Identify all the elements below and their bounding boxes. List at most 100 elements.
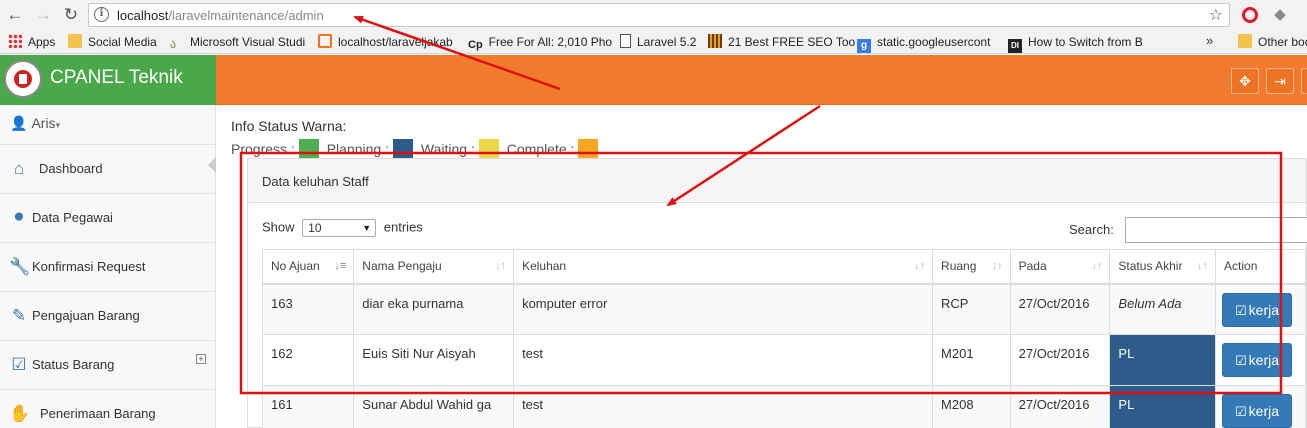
show-label: Show <box>262 219 295 235</box>
legend-swatch-waiting <box>478 139 499 159</box>
col-header-action: Action <box>1215 249 1306 285</box>
sidebar-item-status-barang[interactable]: ☑ Status Barang + <box>0 341 216 390</box>
sidebar-item-pengajuan-barang[interactable]: ✎ Pengajuan Barang <box>0 292 216 341</box>
sidebar-item-label: Konfirmasi Request <box>32 259 146 274</box>
kerja-label: kerja <box>1248 352 1280 368</box>
chevron-down-icon: ▾ <box>55 120 61 130</box>
user-name: Aris <box>31 115 56 131</box>
edit-icon: ☑ <box>1235 302 1247 318</box>
sort-icon: ↓↑ <box>1197 260 1209 272</box>
panel-title: Data keluhan Staff <box>248 159 1306 203</box>
cell-nama-pengaju: Sunar Abdul Wahid ga <box>353 385 515 428</box>
column-label: Ruang <box>941 259 977 274</box>
logout-button[interactable]: ⇥ <box>1266 68 1294 94</box>
url-path: /laravelmaintenance/admin <box>168 8 324 23</box>
sidebar-item-data-pegawai[interactable]: ● Data Pegawai <box>0 194 216 243</box>
complaints-table: No Ajuan ↓≡ Nama Pengaju ↓↑ Keluhan ↓↑ Ruan… <box>261 249 1306 428</box>
user-icon: 👤 <box>10 115 28 131</box>
bookmark-localhost[interactable]: localhost/laraveljakab <box>318 34 453 50</box>
user-menu[interactable]: 👤 Aris▾ <box>0 105 216 145</box>
url-text[interactable]: localhost/laravelmaintenance/admin <box>117 8 324 23</box>
table-row: 161 Sunar Abdul Wahid ga test M208 27/Oc… <box>261 385 1306 428</box>
fullscreen-button[interactable]: ✥ <box>1231 68 1259 94</box>
legend-swatch-complete <box>578 139 599 159</box>
cell-no-ajuan: 163 <box>261 283 355 335</box>
edit-icon: ☑ <box>1235 353 1247 368</box>
bookmarks-overflow-chevron[interactable]: » <box>1206 33 1213 48</box>
entries-label: entries <box>383 219 423 235</box>
legend-label: Progress : <box>231 141 295 157</box>
info-icon[interactable]: i <box>94 7 109 22</box>
active-pointer <box>208 157 216 173</box>
bookmark-apps[interactable]: Apps <box>8 34 55 50</box>
kerja-button[interactable]: ☑ kerja <box>1222 394 1293 428</box>
bars-icon <box>708 34 722 48</box>
sort-icon: ↓↑ <box>495 260 507 272</box>
cell-pada: 27/Oct/2016 <box>1009 334 1111 386</box>
extension-icon[interactable]: ◆ <box>1270 5 1290 25</box>
col-header-nama-pengaju[interactable]: Nama Pengaju ↓↑ <box>353 249 515 285</box>
back-arrow-icon[interactable]: ← <box>4 4 26 26</box>
col-header-keluhan[interactable]: Keluhan ↓↑ <box>513 249 934 285</box>
sidebar-item-label: Dashboard <box>39 161 103 176</box>
col-header-no-ajuan[interactable]: No Ajuan ↓≡ <box>261 249 355 285</box>
sidebar-item-konfirmasi-request[interactable]: 🔧 Konfirmasi Request <box>0 243 216 292</box>
bookmark-label: How to Switch from B <box>1028 35 1143 49</box>
sidebar: 👤 Aris▾ ⌂ Dashboard ● Data Pegawai 🔧 Konfirm… <box>0 105 216 428</box>
table-header-row: No Ajuan ↓≡ Nama Pengaju ↓↑ Keluhan ↓↑ Ruan… <box>261 249 1306 285</box>
cell-ruang: RCP <box>932 283 1011 335</box>
sidebar-item-dashboard[interactable]: ⌂ Dashboard <box>0 145 216 194</box>
edit-icon: ☑ <box>1235 404 1247 419</box>
bookmark-how-to-switch[interactable]: DI How to Switch from B <box>1008 34 1143 53</box>
sidebar-item-label: Data Pegawai <box>32 210 113 225</box>
search-label: Search: <box>1069 222 1114 237</box>
reload-icon[interactable]: ↻ <box>60 4 82 26</box>
home-icon: ⌂ <box>13 159 25 178</box>
check-square-icon: ☑ <box>11 355 27 374</box>
logo <box>4 60 42 98</box>
sidebar-item-label: Status Barang <box>32 357 115 372</box>
search-input[interactable] <box>1125 217 1307 243</box>
bookmark-visual-studio[interactable]: ა Microsoft Visual Studi <box>170 34 305 51</box>
col-header-status-akhir[interactable]: Status Akhir ↓↑ <box>1109 249 1217 285</box>
bookmark-laravel[interactable]: Laravel 5.2 <box>620 34 696 50</box>
sort-icon: ↓↑ <box>1091 260 1103 272</box>
column-label: Status Akhir <box>1118 259 1183 274</box>
document-icon <box>620 34 631 48</box>
address-bar[interactable]: i localhost/laravelmaintenance/admin ☆ <box>88 3 1230 27</box>
cell-action: ☑ kerja <box>1215 334 1306 386</box>
cell-ruang: M208 <box>932 385 1011 428</box>
kerja-button[interactable]: ☑ kerja <box>1222 343 1293 377</box>
kerja-button[interactable]: ☑ kerja <box>1222 292 1293 327</box>
cell-nama-pengaju: Euis Siti Nur Aisyah <box>353 334 515 386</box>
vs-icon: ა <box>170 37 177 51</box>
forward-arrow-icon[interactable]: → <box>32 4 54 26</box>
wrench-icon: 🔧 <box>9 257 31 276</box>
bookmark-social-media[interactable]: Social Media <box>68 34 157 50</box>
apps-grid-icon <box>8 34 22 48</box>
bookmark-label: Social Media <box>88 35 157 49</box>
col-header-pada[interactable]: Pada ↓↑ <box>1009 249 1111 285</box>
sort-icon: ↓↑ <box>991 260 1003 272</box>
cell-status-akhir: Belum Ada <box>1109 283 1217 335</box>
cell-no-ajuan: 162 <box>261 334 355 386</box>
brand-title[interactable]: CPANEL Teknik <box>50 67 183 89</box>
cell-action: ☑ kerja <box>1215 283 1306 335</box>
xampp-icon <box>318 34 332 48</box>
pencil-icon: ✎ <box>11 306 27 325</box>
sidebar-item-penerimaan-barang[interactable]: ✋ Penerimaan Barang <box>0 390 216 428</box>
entries-select[interactable]: 10 ▼ <box>302 219 377 237</box>
bookmark-free-for-all[interactable]: Cp Free For All: 2,010 Pho <box>468 34 612 51</box>
bookmark-star-icon[interactable]: ☆ <box>1209 5 1223 25</box>
navbar-extra-button[interactable] <box>1301 68 1307 94</box>
info-status-title: Info Status Warna: <box>231 118 347 134</box>
cell-status-akhir: PL <box>1109 334 1217 386</box>
bookmark-label: 21 Best FREE SEO Too <box>728 35 856 49</box>
bookmark-seo[interactable]: 21 Best FREE SEO Too <box>708 34 855 50</box>
col-header-ruang[interactable]: Ruang ↓↑ <box>932 249 1011 285</box>
legend-label: Planning : <box>326 141 389 157</box>
opera-extension-icon[interactable] <box>1240 5 1260 25</box>
bookmark-googleusercontent[interactable]: g static.googleusercont <box>857 34 990 53</box>
bookmark-other[interactable]: Other boo <box>1238 34 1307 50</box>
expand-plus-icon[interactable]: + <box>196 354 206 364</box>
